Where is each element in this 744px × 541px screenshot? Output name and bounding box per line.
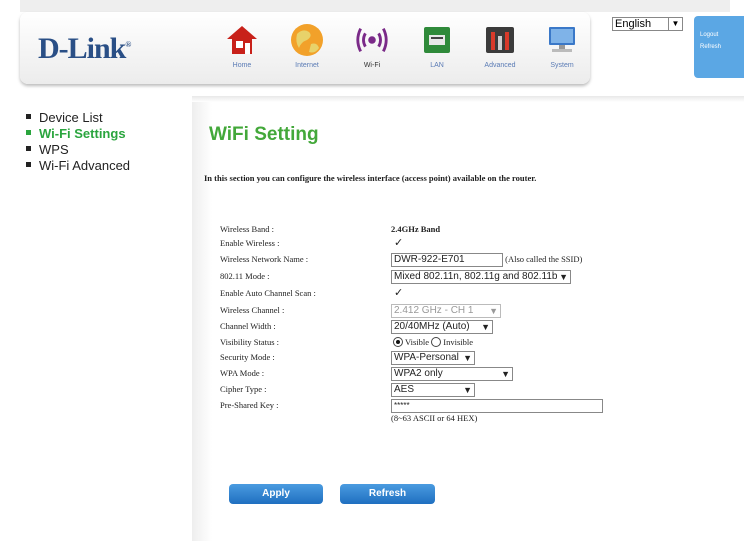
bullet-icon	[26, 130, 31, 136]
content-panel-shadow	[192, 96, 744, 102]
wpa-mode-label: WPA Mode :	[220, 368, 265, 378]
ssid-note: (Also called the SSID)	[505, 254, 583, 264]
band-label: Wireless Band :	[220, 224, 274, 234]
nav-internet[interactable]: Internet	[277, 22, 337, 69]
visible-label: Visible	[404, 337, 430, 347]
mode-value: Mixed 802.11n, 802.11g and 802.11b	[394, 271, 558, 283]
dlink-logo: D-Link®	[38, 32, 131, 65]
enable-wireless-label: Enable Wireless :	[220, 238, 280, 248]
sidebar-item-wifi-advanced[interactable]: Wi-Fi Advanced	[26, 158, 130, 174]
page-description: In this section you can configure the wi…	[204, 173, 537, 183]
nav-system-label: System	[550, 62, 574, 69]
auto-channel-checkbox[interactable]: ✓	[394, 286, 403, 300]
ssid-input[interactable]: DWR-922-E701	[391, 253, 503, 268]
wpa-mode-select[interactable]: WPA2 only ▼	[391, 367, 513, 382]
chevron-down-icon: ▼	[489, 306, 498, 317]
sidebar-item-label: Wi-Fi Settings	[39, 126, 126, 141]
chevron-down-icon: ▼	[463, 353, 472, 364]
globe-icon	[289, 22, 325, 58]
visible-radio[interactable]	[393, 337, 403, 348]
security-label: Security Mode :	[220, 352, 275, 362]
nav-system[interactable]: System	[532, 22, 592, 69]
nav-wifi-label: Wi-Fi	[363, 62, 381, 69]
ssid-cell: DWR-922-E701 (Also called the SSID)	[391, 252, 583, 268]
auto-channel-label: Enable Auto Channel Scan :	[220, 288, 316, 298]
home-icon	[224, 22, 260, 58]
cipher-value: AES	[394, 384, 415, 396]
security-value: WPA-Personal	[394, 352, 459, 364]
nav-home[interactable]: Home	[212, 22, 272, 69]
sidebar-item-label: WPS	[39, 142, 69, 157]
nav-internet-label: Internet	[295, 62, 319, 69]
nav-advanced[interactable]: Advanced	[470, 22, 530, 69]
mode-label: 802.11 Mode :	[220, 271, 270, 281]
security-select[interactable]: WPA-Personal ▼	[391, 351, 475, 366]
row-mode: 802.11 Mode : Mixed 802.11n, 802.11g and…	[220, 269, 571, 285]
invisible-label: Invisible	[443, 337, 474, 347]
main-nav: Home Internet Wi-Fi LAN Advanced System	[212, 22, 592, 72]
row-psk: Pre-Shared Key : *****	[220, 398, 603, 414]
channel-value: 2.412 GHz - CH 1	[394, 305, 474, 317]
chevron-down-icon: ▼	[463, 385, 472, 396]
account-panel: Logout Refresh	[694, 16, 744, 78]
chevron-down-icon: ▼	[668, 18, 682, 30]
refresh-button[interactable]: Refresh	[340, 484, 435, 504]
wifi-icon	[354, 22, 390, 58]
nav-wifi[interactable]: Wi-Fi	[342, 22, 402, 69]
sidebar-item-label: Device List	[39, 110, 103, 125]
cipher-select[interactable]: AES ▼	[391, 383, 475, 398]
width-select[interactable]: 20/40MHz (Auto) ▼	[391, 320, 493, 335]
sidebar-item-wifi-settings[interactable]: Wi-Fi Settings	[26, 126, 130, 142]
row-wpa-mode: WPA Mode : WPA2 only ▼	[220, 366, 513, 382]
top-strip	[20, 0, 730, 12]
sidebar-item-device-list[interactable]: Device List	[26, 110, 130, 126]
row-cipher: Cipher Type : AES ▼	[220, 382, 475, 398]
chevron-down-icon: ▼	[501, 369, 510, 380]
apply-button[interactable]: Apply	[229, 484, 323, 504]
tools-icon	[482, 22, 518, 58]
row-width: Channel Width : 20/40MHz (Auto) ▼	[220, 319, 493, 335]
row-channel: Wireless Channel : 2.412 GHz - CH 1 ▼	[220, 303, 501, 319]
invisible-radio[interactable]	[431, 337, 442, 348]
wpa-mode-value: WPA2 only	[394, 368, 443, 380]
nav-lan[interactable]: LAN	[407, 22, 467, 69]
psk-label: Pre-Shared Key :	[220, 400, 279, 410]
width-value: 20/40MHz (Auto)	[394, 321, 470, 333]
enable-wireless-checkbox[interactable]: ✓	[394, 236, 403, 250]
chevron-down-icon: ▼	[559, 272, 568, 283]
nav-home-label: Home	[232, 62, 252, 69]
band-value: 2.4GHz Band	[391, 224, 441, 234]
nav-advanced-label: Advanced	[484, 62, 516, 69]
mode-select[interactable]: Mixed 802.11n, 802.11g and 802.11b ▼	[391, 270, 571, 285]
sidebar-item-wps[interactable]: WPS	[26, 142, 130, 158]
sidebar: Device List Wi-Fi Settings WPS Wi-Fi Adv…	[26, 110, 130, 174]
language-value: English	[615, 18, 652, 30]
computer-icon	[544, 22, 580, 58]
cipher-label: Cipher Type :	[220, 384, 267, 394]
row-security: Security Mode : WPA-Personal ▼	[220, 350, 475, 366]
sidebar-item-label: Wi-Fi Advanced	[39, 158, 131, 173]
bullet-icon	[26, 146, 31, 152]
language-select[interactable]: English ▼	[612, 17, 683, 31]
bullet-icon	[26, 114, 31, 120]
channel-select[interactable]: 2.412 GHz - CH 1 ▼	[391, 304, 501, 319]
channel-label: Wireless Channel :	[220, 305, 285, 315]
psk-hint: (8~63 ASCII or 64 HEX)	[391, 413, 478, 423]
page-title: WiFi Setting	[209, 124, 319, 145]
ssid-label: Wireless Network Name :	[220, 254, 309, 264]
lan-icon	[419, 22, 455, 58]
logout-link[interactable]: Logout	[694, 32, 744, 38]
visibility-options: Visible Invisible	[393, 335, 473, 349]
width-label: Channel Width :	[220, 321, 276, 331]
visibility-label: Visibility Status :	[220, 337, 279, 347]
bullet-icon	[26, 162, 31, 168]
refresh-link[interactable]: Refresh	[694, 44, 744, 50]
chevron-down-icon: ▼	[481, 322, 490, 333]
nav-lan-label: LAN	[430, 62, 444, 69]
